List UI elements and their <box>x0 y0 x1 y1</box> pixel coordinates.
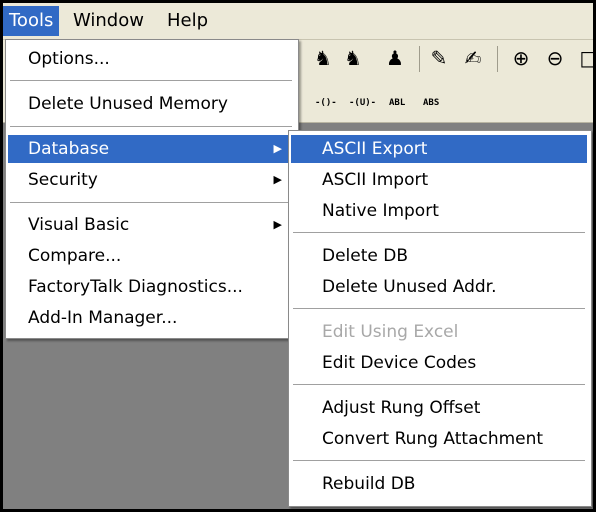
menu-item-factorytalk-diagnostics[interactable]: FactoryTalk Diagnostics... <box>8 273 294 301</box>
menu-separator <box>10 202 292 203</box>
menu-item-ascii-import[interactable]: ASCII Import <box>291 166 587 194</box>
menu-bar: Tools Window Help <box>3 3 593 40</box>
menu-separator <box>10 126 292 127</box>
menu-separator <box>293 460 585 461</box>
replace-icon[interactable]: ♟ <box>383 46 407 70</box>
menu-window[interactable]: Window <box>67 6 150 36</box>
verify-project-icon[interactable]: ✍ <box>461 46 485 70</box>
submenu-arrow-icon: ▶ <box>273 142 282 155</box>
menu-item-add-in-manager[interactable]: Add-In Manager... <box>8 304 294 332</box>
app-window: Tools Window Help ♞ ♞ ♟ ✎ ✍ ⊕ ⊖ □ -()- -… <box>0 0 596 512</box>
menu-item-security-label: Security <box>28 170 98 190</box>
menu-item-convert-rung-attachment[interactable]: Convert Rung Attachment <box>291 425 587 453</box>
menu-separator <box>293 232 585 233</box>
menu-tools[interactable]: Tools <box>3 6 60 36</box>
verify-file-icon[interactable]: ✎ <box>427 46 451 70</box>
instruction-abl[interactable]: ABL <box>389 98 405 108</box>
find-next-icon[interactable]: ♞ <box>341 46 365 70</box>
menu-item-ascii-export[interactable]: ASCII Export <box>291 135 587 163</box>
tools-menu: Options... Delete Unused Memory Database… <box>5 39 299 339</box>
menu-separator <box>293 384 585 385</box>
menu-item-visual-basic[interactable]: Visual Basic ▶ <box>8 211 294 239</box>
menu-item-security[interactable]: Security ▶ <box>8 166 294 194</box>
window-icon[interactable]: □ <box>577 46 593 70</box>
menu-help[interactable]: Help <box>161 6 214 36</box>
menu-item-database[interactable]: Database ▶ <box>8 135 294 163</box>
menu-item-delete-db[interactable]: Delete DB <box>291 242 587 270</box>
find-icon[interactable]: ♞ <box>311 46 335 70</box>
menu-item-delete-unused-memory[interactable]: Delete Unused Memory <box>8 90 294 118</box>
menu-item-edit-device-codes[interactable]: Edit Device Codes <box>291 349 587 377</box>
zoom-in-icon[interactable]: ⊕ <box>509 46 533 70</box>
menu-item-delete-unused-addr[interactable]: Delete Unused Addr. <box>291 273 587 301</box>
submenu-arrow-icon: ▶ <box>273 218 282 231</box>
menu-item-native-import[interactable]: Native Import <box>291 197 587 225</box>
menu-item-edit-using-excel: Edit Using Excel <box>322 322 459 342</box>
menu-item-compare[interactable]: Compare... <box>8 242 294 270</box>
menu-item-options[interactable]: Options... <box>8 45 294 73</box>
instruction-ote[interactable]: -()- <box>315 98 337 108</box>
zoom-out-icon[interactable]: ⊖ <box>543 46 567 70</box>
menu-item-adjust-rung-offset[interactable]: Adjust Rung Offset <box>291 394 587 422</box>
menu-separator <box>10 80 292 81</box>
menu-item-database-label: Database <box>28 139 110 159</box>
toolbar-separator <box>419 46 420 72</box>
instruction-abs[interactable]: ABS <box>423 98 439 108</box>
menu-item-rebuild-db[interactable]: Rebuild DB <box>291 470 587 498</box>
menu-item-visual-basic-label: Visual Basic <box>28 215 130 235</box>
database-submenu: ASCII Export ASCII Import Native Import … <box>288 130 592 507</box>
menu-separator <box>293 308 585 309</box>
instruction-otu[interactable]: -(U)- <box>349 98 376 108</box>
toolbar-separator <box>497 46 498 72</box>
submenu-arrow-icon: ▶ <box>273 173 282 186</box>
